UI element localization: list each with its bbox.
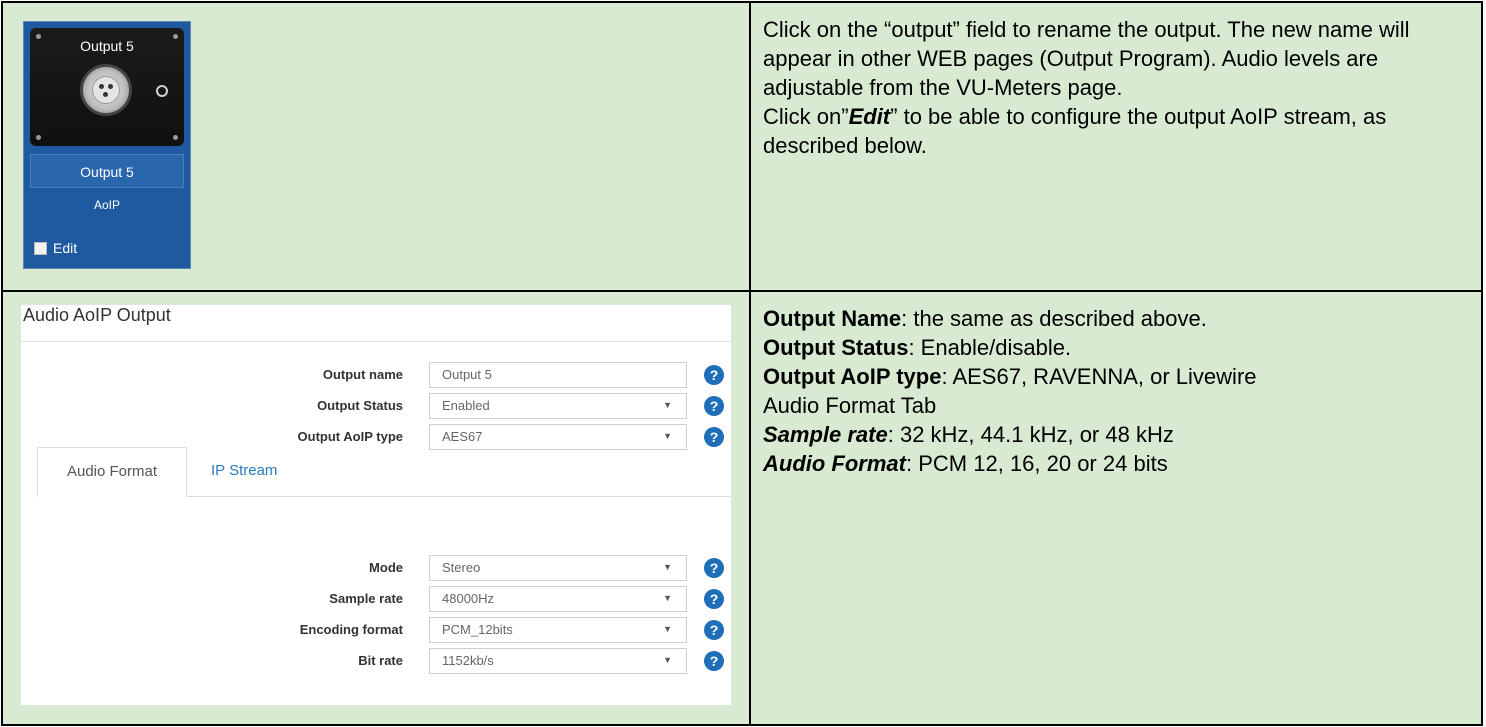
output-name-field[interactable]: Output 5 (30, 154, 184, 188)
help-icon[interactable]: ? (704, 589, 724, 609)
row-output-name: Output name Output 5 ? (21, 362, 731, 388)
divider (21, 341, 731, 342)
screw-icon (36, 135, 41, 140)
field-label: Output AoIP type (297, 429, 403, 444)
chevron-down-icon: ▼ (663, 624, 672, 634)
field-label: Output Status (317, 398, 403, 413)
output-name-input[interactable]: Output 5 (429, 362, 687, 388)
connector-panel: Output 5 (30, 28, 184, 146)
tile-cell: Output 5 Output 5 AoIP Edit (1, 1, 751, 292)
row-encoding-format: Encoding format PCM_12bits ▼ ? (21, 617, 731, 643)
sample-rate-select[interactable]: 48000Hz ▼ (429, 586, 687, 612)
chevron-down-icon: ▼ (663, 562, 672, 572)
desc-output-status: Output Status: Enable/disable. (763, 335, 1072, 360)
document-table: Output 5 Output 5 AoIP Edit Click on the… (1, 1, 1483, 726)
field-label: Encoding format (299, 622, 403, 637)
tab-ip-stream[interactable]: IP Stream (211, 447, 277, 497)
screw-icon (173, 135, 178, 140)
desc-tab-heading: Audio Format Tab (763, 393, 937, 418)
edit-checkbox[interactable]: Edit (34, 240, 77, 256)
tab-bar: Audio Format IP Stream (21, 447, 731, 497)
row-mode: Mode Stereo ▼ ? (21, 555, 731, 581)
row-sample-rate: Sample rate 48000Hz ▼ ? (21, 586, 731, 612)
field-label: Bit rate (358, 653, 403, 668)
row-output-status: Output Status Enabled ▼ ? (21, 393, 731, 419)
help-icon[interactable]: ? (704, 651, 724, 671)
tile-type-label: AoIP (93, 198, 120, 212)
edit-emphasis: Edit (848, 104, 891, 129)
led-ring-icon (156, 85, 168, 97)
tile-title: Output 5 (80, 38, 134, 54)
help-icon[interactable]: ? (704, 396, 724, 416)
desc-sample-rate: Sample rate: 32 kHz, 44.1 kHz, or 48 kHz (763, 422, 1174, 447)
chevron-down-icon: ▼ (663, 431, 672, 441)
chevron-down-icon: ▼ (663, 593, 672, 603)
desc-output-name: Output Name: the same as described above… (763, 306, 1207, 331)
tab-audio-format[interactable]: Audio Format (37, 447, 187, 497)
desc-paragraph-2: Click on”Edit” to be able to configure t… (763, 104, 1387, 158)
aoip-output-panel: Audio AoIP Output Output name Output 5 ?… (21, 305, 731, 705)
checkbox-icon[interactable] (34, 241, 47, 255)
field-label: Sample rate (329, 591, 403, 606)
desc-audio-format: Audio Format: PCM 12, 16, 20 or 24 bits (763, 451, 1168, 476)
output-status-select[interactable]: Enabled ▼ (429, 393, 687, 419)
help-icon[interactable]: ? (704, 427, 724, 447)
description-cell-2: Output Name: the same as described above… (749, 290, 1483, 726)
bit-rate-select[interactable]: 1152kb/s ▼ (429, 648, 687, 674)
field-label: Output name (322, 367, 403, 382)
description-cell-1: Click on the “output” field to rename th… (749, 1, 1483, 292)
chevron-down-icon: ▼ (663, 400, 672, 410)
edit-label: Edit (53, 240, 78, 256)
help-icon[interactable]: ? (704, 558, 724, 578)
help-icon[interactable]: ? (704, 620, 724, 640)
panel-title: Audio AoIP Output (23, 305, 171, 325)
desc-output-type: Output AoIP type: AES67, RAVENNA, or Liv… (763, 364, 1257, 389)
field-label: Mode (369, 560, 403, 575)
mode-select[interactable]: Stereo ▼ (429, 555, 687, 581)
desc-paragraph-1: Click on the “output” field to rename th… (763, 17, 1410, 100)
chevron-down-icon: ▼ (663, 655, 672, 665)
row-bit-rate: Bit rate 1152kb/s ▼ ? (21, 648, 731, 674)
form-cell: Audio AoIP Output Output name Output 5 ?… (1, 290, 751, 726)
encoding-format-select[interactable]: PCM_12bits ▼ (429, 617, 687, 643)
xlr-connector-icon (80, 64, 132, 116)
help-icon[interactable]: ? (704, 365, 724, 385)
output-tile[interactable]: Output 5 Output 5 AoIP Edit (23, 21, 191, 269)
